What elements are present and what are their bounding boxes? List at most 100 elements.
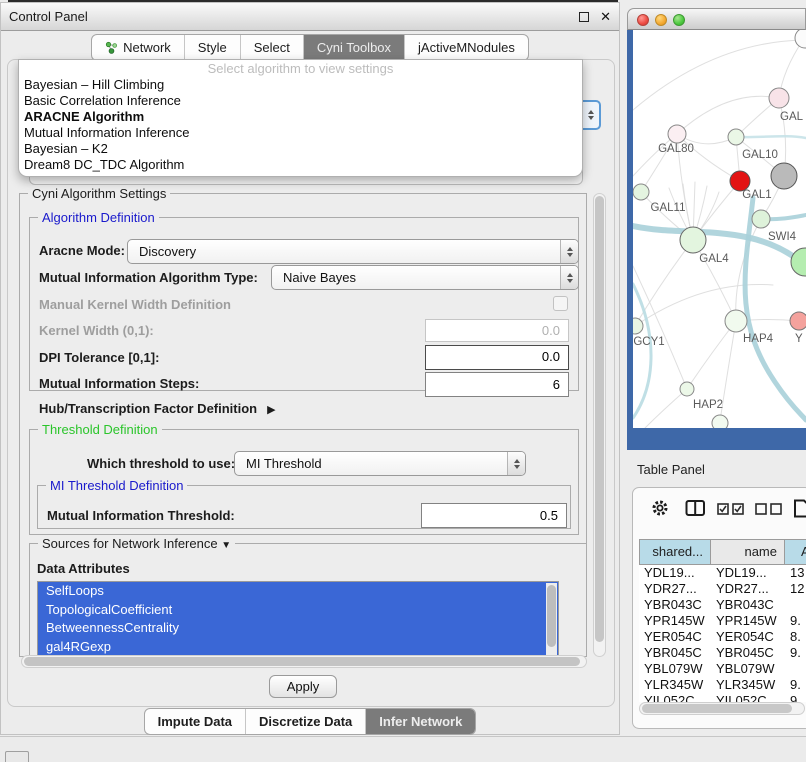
- collapse-arrow-icon: ▼: [221, 540, 231, 551]
- show-columns-icon[interactable]: [717, 503, 745, 515]
- hide-columns-icon[interactable]: [755, 503, 783, 515]
- manual-kernel-label: Manual Kernel Width Definition: [39, 297, 231, 313]
- table-row[interactable]: YIL052CYIL052C9: [639, 693, 806, 702]
- table-header: shared...nameA: [639, 539, 806, 565]
- tab-style[interactable]: Style: [184, 35, 240, 60]
- settings-vertical-scrollbar[interactable]: [593, 193, 606, 657]
- attribute-item-topologicalcoefficient[interactable]: TopologicalCoefficient: [38, 601, 558, 620]
- node-big-green[interactable]: [791, 248, 806, 276]
- node-salmon[interactable]: [790, 312, 806, 330]
- algorithm-dropdown-popup: Select algorithm to view settings Bayesi…: [18, 59, 583, 177]
- collapsed-panel-button[interactable]: [5, 751, 29, 762]
- sources-legend[interactable]: Sources for Network Inference ▼: [38, 536, 235, 553]
- algorithm-option-dream8-dc-tdc-algorithm[interactable]: Dream8 DC_TDC Algorithm: [19, 157, 582, 173]
- node-gal7[interactable]: [769, 88, 789, 108]
- manual-kernel-checkbox[interactable]: [553, 296, 568, 311]
- table-row[interactable]: YER054CYER054C8.: [639, 629, 806, 645]
- close-window-icon[interactable]: [637, 14, 649, 26]
- hub-definition-expander[interactable]: Hub/Transcription Factor Definition▶: [39, 401, 276, 416]
- tab-impute-data[interactable]: Impute Data: [145, 709, 245, 734]
- scrollbar-thumb[interactable]: [642, 704, 792, 713]
- tab-network[interactable]: Network: [92, 35, 184, 60]
- node-hap4[interactable]: [725, 310, 747, 332]
- table-row[interactable]: YBR045CYBR045C9.: [639, 645, 806, 661]
- cell: 13: [785, 565, 806, 581]
- sources-legend-text: Sources for Network Inference: [42, 536, 218, 551]
- table-row[interactable]: YDR27...YDR27...12: [639, 581, 806, 597]
- node-gal11[interactable]: [633, 184, 649, 200]
- gear-icon[interactable]: [651, 499, 669, 517]
- mi-steps-field[interactable]: 6: [425, 372, 569, 397]
- algorithm-option-mutual-information-inference[interactable]: Mutual Information Inference: [19, 125, 582, 141]
- zoom-window-icon[interactable]: [673, 14, 685, 26]
- cell: [785, 597, 806, 613]
- column-header-a[interactable]: A: [785, 539, 806, 565]
- kernel-width-field[interactable]: 0.0: [425, 319, 569, 342]
- node-hap2[interactable]: [680, 382, 694, 396]
- list-vertical-scrollbar[interactable]: [546, 583, 557, 655]
- attribute-item-betweennesscentrality[interactable]: BetweennessCentrality: [38, 619, 558, 638]
- algorithm-option-aracne-algorithm[interactable]: ARACNE Algorithm: [19, 109, 582, 125]
- apply-button[interactable]: Apply: [269, 675, 337, 698]
- scrollbar-thumb[interactable]: [595, 196, 604, 642]
- table-row[interactable]: YBR043CYBR043C: [639, 597, 806, 613]
- scrollbar-thumb[interactable]: [547, 585, 556, 647]
- network-edge: [677, 96, 779, 134]
- node-gray[interactable]: [771, 163, 797, 189]
- tab-select[interactable]: Select: [240, 35, 303, 60]
- node-gal4[interactable]: [680, 227, 706, 253]
- tab-jactivemnodules[interactable]: jActiveMNodules: [404, 35, 528, 60]
- scrollbar-thumb[interactable]: [24, 657, 580, 666]
- algorithm-option-basic-correlation-inference[interactable]: Basic Correlation Inference: [19, 93, 582, 109]
- table-row[interactable]: YBL079WYBL079W: [639, 661, 806, 677]
- cell: YER054C: [639, 629, 711, 645]
- node-gal80[interactable]: [668, 125, 686, 143]
- tab-cyni-toolbox[interactable]: Cyni Toolbox: [303, 35, 404, 60]
- table-horizontal-scrollbar[interactable]: [639, 702, 805, 715]
- split-columns-icon[interactable]: [685, 499, 706, 517]
- tab-label: Discretize Data: [259, 709, 352, 734]
- network-graph[interactable]: GALGAL80GAL10GAL1GAL11SWI4GAL4HAP4YGCY1H…: [633, 30, 806, 428]
- which-threshold-combo[interactable]: MI Threshold: [234, 451, 526, 476]
- table-row[interactable]: YDL19...YDL19...13: [639, 565, 806, 581]
- column-header-shared[interactable]: shared...: [639, 539, 711, 565]
- aracne-mode-combo[interactable]: Discovery: [127, 239, 579, 264]
- algorithm-option-bayesian-k2[interactable]: Bayesian – K2: [19, 141, 582, 157]
- settings-group-legend: Cyni Algorithm Settings: [28, 186, 170, 201]
- node-swi4[interactable]: [752, 210, 770, 228]
- mi-algorithm-type-combo[interactable]: Naive Bayes: [271, 265, 579, 290]
- network-edge: [687, 321, 736, 389]
- node-label-gal1: GAL1: [742, 189, 771, 201]
- tab-label: Network: [123, 35, 171, 60]
- tab-infer-network[interactable]: Infer Network: [365, 709, 475, 734]
- network-canvas[interactable]: GALGAL80GAL10GAL1GAL11SWI4GAL4HAP4YGCY1H…: [633, 30, 806, 428]
- float-panel-icon[interactable]: [579, 12, 589, 22]
- network-window-titlebar[interactable]: [627, 8, 806, 30]
- close-panel-icon[interactable]: ✕: [600, 3, 611, 30]
- attribute-item-selfloops[interactable]: SelfLoops: [38, 582, 558, 601]
- table-row[interactable]: YPR145WYPR145W9.: [639, 613, 806, 629]
- attribute-item-gal4rgexp[interactable]: gal4RGexp: [38, 638, 558, 657]
- node-gcy1[interactable]: [633, 318, 643, 334]
- table-toolbar: [633, 496, 806, 530]
- table-row[interactable]: YLR345WYLR345W9.: [639, 677, 806, 693]
- cell: YIL052C: [711, 693, 785, 702]
- data-attributes-list[interactable]: SelfLoopsTopologicalCoefficientBetweenne…: [37, 581, 559, 657]
- algorithm-option-bayesian-hill-climbing[interactable]: Bayesian – Hill Climbing: [19, 77, 582, 93]
- horizontal-scrollbar[interactable]: [21, 655, 587, 668]
- node-top-partial[interactable]: [795, 30, 806, 48]
- node-bottom-partial[interactable]: [712, 415, 728, 428]
- minimize-window-icon[interactable]: [655, 14, 667, 26]
- export-table-icon[interactable]: [793, 499, 806, 518]
- dpi-tolerance-field[interactable]: 0.0: [425, 345, 569, 370]
- column-header-name[interactable]: name: [711, 539, 785, 565]
- tab-discretize-data[interactable]: Discretize Data: [245, 709, 365, 734]
- node-gal10[interactable]: [728, 129, 744, 145]
- top-tab-group: Network StyleSelect Cyni Toolbox jActiveMNo…: [91, 34, 529, 61]
- node: [106, 42, 110, 46]
- node-gal1-red[interactable]: [730, 171, 750, 191]
- combo-stepper-icon: [560, 240, 578, 263]
- mi-threshold-field[interactable]: 0.5: [421, 503, 567, 528]
- tab-label: Cyni Toolbox: [317, 35, 391, 60]
- kernel-width-label: Kernel Width (0,1):: [39, 323, 154, 339]
